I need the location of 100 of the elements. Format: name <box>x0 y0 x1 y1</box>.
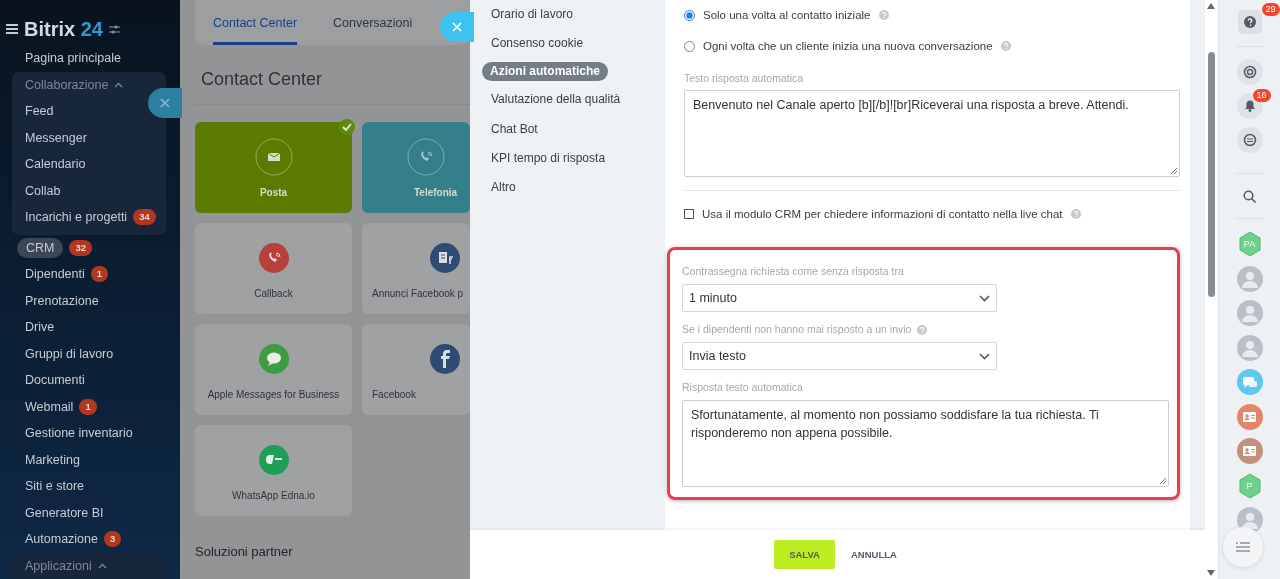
bell-icon <box>1242 99 1257 113</box>
group-header[interactable]: Collaborazione <box>25 75 109 94</box>
count-badge: 1 <box>79 398 97 415</box>
menu-icon[interactable] <box>6 23 18 35</box>
nav-item[interactable]: Azioni automatiche <box>482 61 608 81</box>
tile-label: Posta <box>259 187 288 198</box>
group-header[interactable]: Applicazioni <box>25 556 92 575</box>
channel-tile[interactable]: Callback <box>195 223 352 314</box>
checkbox[interactable] <box>684 209 694 219</box>
sidebar-item[interactable]: Feed <box>25 102 54 121</box>
target-icon <box>1242 65 1257 79</box>
section-title: Soluzioni partner <box>195 544 294 559</box>
sidebar-item[interactable]: Calendario <box>25 155 86 174</box>
contact-avatar[interactable] <box>1236 438 1263 464</box>
scroll-up-icon[interactable] <box>1207 3 1215 9</box>
sidebar-item[interactable]: Pagina principale <box>25 49 121 68</box>
count-badge: 1 <box>90 266 109 283</box>
contact-card-icon <box>1242 444 1257 458</box>
sidebar-item[interactable]: CRM <box>17 237 64 258</box>
scroll-down-icon[interactable] <box>1207 570 1215 576</box>
sidebar-item[interactable]: Webmail <box>25 397 74 416</box>
scroll-thumb[interactable] <box>1208 52 1215 297</box>
person-icon <box>1240 269 1259 288</box>
field-label: Testo risposta automatica <box>684 72 805 84</box>
help-icon <box>1243 16 1256 28</box>
cancel-button[interactable]: ANNULLA <box>846 545 901 564</box>
close-button[interactable] <box>148 88 182 118</box>
count-badge: 29 <box>1261 3 1280 16</box>
scrollbar[interactable] <box>1205 0 1218 579</box>
count-badge: 32 <box>69 239 93 256</box>
nav-item[interactable]: Altro <box>483 176 524 199</box>
sidebar-item[interactable]: Documenti <box>25 371 85 390</box>
sliders-icon[interactable] <box>108 23 120 35</box>
nav-item[interactable]: KPI tempo di risposta <box>483 146 614 169</box>
sidebar-item[interactable]: Gruppi di lavoro <box>25 344 114 363</box>
tab[interactable]: Conversazioni <box>333 0 413 45</box>
sidebar-item[interactable]: Prenotazione <box>25 291 99 310</box>
tile-label: Annunci Facebook p <box>372 288 464 299</box>
radio-button[interactable] <box>684 9 695 21</box>
checkbox-label: Usa il modulo CRM per chiedere informazioni di contatto nella live chat <box>702 208 1063 220</box>
activity-button[interactable] <box>1236 59 1263 85</box>
chevron-icon[interactable] <box>97 562 107 569</box>
sidebar-item[interactable]: Gestione inventario <box>25 424 133 443</box>
channel-tile[interactable]: Apple Messages for Business <box>195 324 352 415</box>
tile-label: Telefonia <box>414 187 458 198</box>
chevron-down-icon <box>979 294 990 302</box>
field-label: Contrassegna richiesta come senza risposta tra <box>682 265 904 278</box>
tab[interactable]: Contact Center <box>213 0 298 45</box>
close-icon <box>160 98 170 108</box>
phone-icon <box>406 137 446 177</box>
nav-item[interactable]: Consenso cookie <box>483 32 592 55</box>
sidebar-item[interactable]: Incarichi e progetti <box>25 208 128 227</box>
sidebar-item[interactable]: Dipendenti <box>25 265 85 284</box>
resize-grip-icon[interactable] <box>1160 478 1166 484</box>
speech-bubble-icon <box>1242 133 1257 147</box>
menu-button[interactable] <box>1223 527 1263 567</box>
chat-bubbles-icon <box>1241 375 1258 389</box>
search-icon <box>1243 189 1256 203</box>
channel-tile[interactable]: Facebook <box>362 324 470 415</box>
chevron-icon[interactable] <box>114 81 124 88</box>
list-icon <box>1236 542 1250 552</box>
text-area[interactable]: Benvenuto nel Canale aperto [b][/b]![br]Riceverai una risposta a breve. Attendi. <box>684 90 1180 177</box>
sidebar-item[interactable]: Messenger <box>25 128 87 147</box>
tile-label: Apple Messages for Business <box>207 389 340 400</box>
resize-grip-icon[interactable] <box>1171 168 1177 174</box>
envelope-icon <box>253 137 294 177</box>
nav-item[interactable]: Chat Bot <box>483 117 546 140</box>
sidebar-item[interactable]: Automazione <box>25 530 98 549</box>
channel-tile[interactable]: WhatsApp Edna.io <box>195 425 352 516</box>
radio-label: Ogni volta che un cliente inizia una nuova conversazione <box>703 40 993 52</box>
logo[interactable]: Bitrix 24 <box>24 17 103 41</box>
dropdown[interactable]: 1 minuto <box>682 284 997 312</box>
channel-tile[interactable]: Posta <box>195 122 352 213</box>
person-icon <box>1240 304 1259 322</box>
sidebar-item[interactable]: Collab <box>25 181 61 200</box>
count-badge: 16 <box>1252 89 1271 102</box>
nav-item[interactable]: Orario di lavoro <box>483 3 582 25</box>
save-button[interactable]: SALVA <box>774 540 835 569</box>
channel-tile[interactable]: Annunci Facebook p <box>362 223 470 314</box>
sidebar-item[interactable]: Siti e store <box>25 477 85 496</box>
sidebar-item[interactable]: Drive <box>25 318 55 337</box>
count-badge: 34 <box>133 209 156 226</box>
count-badge: 3 <box>103 531 122 548</box>
text-area[interactable]: Sfortunatamente, al momento non possiamo soddisfare la tua richiesta. Ti risponderemo non appena possibile. <box>682 400 1169 487</box>
dropdown[interactable]: Invia testo <box>682 342 997 370</box>
close-icon <box>452 22 462 32</box>
chat-button[interactable] <box>1236 127 1263 153</box>
contact-card-icon <box>1242 409 1257 424</box>
radio-label: Solo una volta al contatto iniziale <box>703 9 871 21</box>
radio-button[interactable] <box>684 40 695 52</box>
tile-label: Facebook <box>372 389 416 400</box>
person-icon <box>1240 511 1259 529</box>
sidebar-item[interactable]: Marketing <box>25 450 80 469</box>
tile-label: WhatsApp Edna.io <box>232 490 315 501</box>
contact-avatar[interactable] <box>1236 403 1263 430</box>
sidebar-item[interactable]: Generatore BI <box>25 503 104 522</box>
help-button[interactable] <box>1237 10 1262 34</box>
tile-label: Callback <box>254 288 293 299</box>
page-title: Contact Center <box>201 69 324 90</box>
nav-item[interactable]: Valutazione della qualità <box>483 88 629 111</box>
